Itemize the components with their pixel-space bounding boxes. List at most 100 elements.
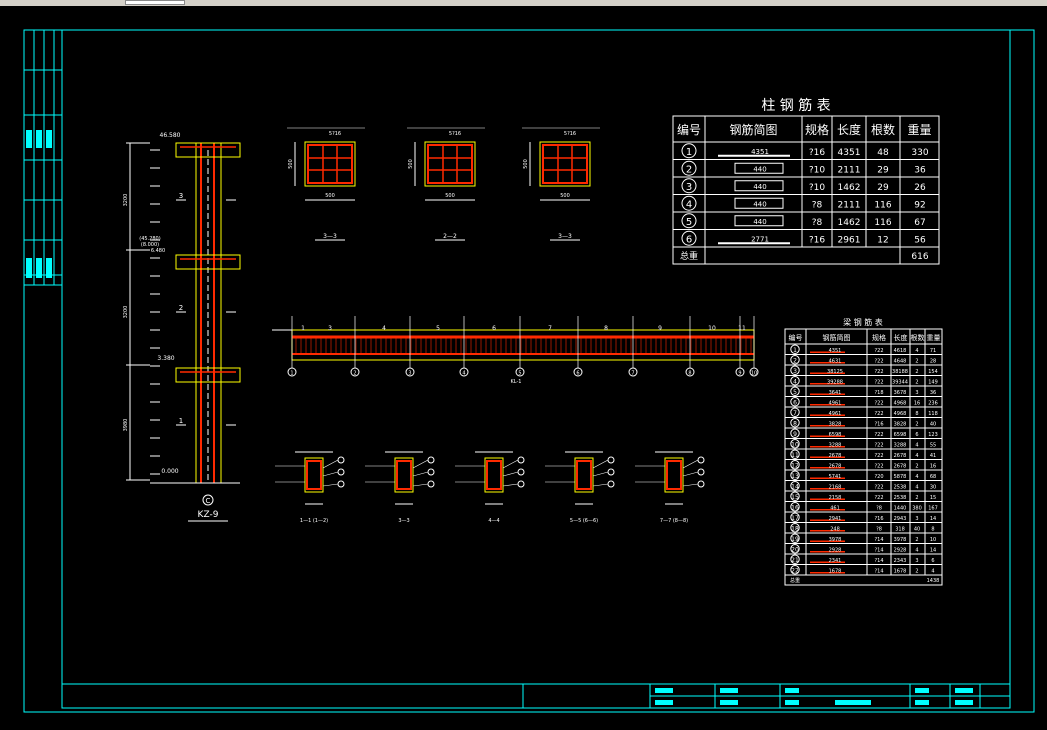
rebar-spec: ?20 xyxy=(874,474,883,480)
cad-drawing-canvas[interactable]: 46.580(45.280)(8.000)6.4803.3800.0003200… xyxy=(0,6,1047,730)
rebar-weight: 28 xyxy=(930,358,936,364)
row-number: 22 xyxy=(791,567,799,574)
bar-callout-leader xyxy=(592,471,609,477)
rebar-sketch-dim: 3828 xyxy=(829,421,842,427)
rebar-count: 40 xyxy=(914,526,920,532)
row-number: 2 xyxy=(793,357,797,364)
rebar-spec: ?8 xyxy=(876,526,882,532)
beam-axis-label: 3 xyxy=(408,371,411,377)
rebar-spec: ?14 xyxy=(874,568,883,574)
rebar-length: 2928 xyxy=(894,547,907,553)
rebar-sketch-dim: 4351 xyxy=(829,348,842,354)
beam-caption: KL-1 xyxy=(511,379,522,385)
rebar-spec: ?14 xyxy=(874,537,883,543)
column-cross-sections: 500 500 5?16 3—3 500 500 5?16 2—2 500 500 5?16 3—3 xyxy=(287,127,600,241)
rebar-length: 3978 xyxy=(894,537,907,543)
rebar-weight: 6 xyxy=(931,558,934,564)
rebar-weight: 236 xyxy=(928,400,938,406)
bar-callout-bubble xyxy=(337,480,345,488)
rebar-sketch-dim: 3978 xyxy=(829,537,842,543)
beam-section-label: 4—4 xyxy=(488,518,499,524)
table-header: 根数 xyxy=(911,333,925,342)
row-number: 16 xyxy=(791,504,799,511)
row-number: 5 xyxy=(686,217,692,228)
row-number: 12 xyxy=(791,462,799,469)
row-number: 20 xyxy=(791,546,799,553)
row-number: 21 xyxy=(791,557,799,564)
section-bar-note: 5?16 xyxy=(564,131,576,137)
rebar-length: 38188 xyxy=(892,369,908,375)
bar-callout-bubble xyxy=(517,480,525,488)
rebar-length: 2943 xyxy=(894,516,907,522)
row-number: 7 xyxy=(793,410,797,417)
rebar-weight: 56 xyxy=(914,235,926,245)
section-label: 3—3 xyxy=(323,233,337,240)
rebar-weight: 71 xyxy=(930,348,936,354)
dimension-label: 3200 xyxy=(123,306,129,319)
rebar-weight: 36 xyxy=(930,390,936,396)
rebar-count: 48 xyxy=(877,148,889,158)
table-header: 钢筋简图 xyxy=(729,122,777,137)
rebar-spec: ?14 xyxy=(874,558,883,564)
rebar-length: 2678 xyxy=(894,453,907,459)
rebar-sketch-dim: 2771 xyxy=(751,235,769,243)
rebar-weight: 8 xyxy=(931,526,934,532)
rebar-spec: ?22 xyxy=(874,432,883,438)
beam-section-label: 7—7 (8—8) xyxy=(660,518,688,524)
table-header: 重量 xyxy=(927,334,941,342)
rebar-length: 2538 xyxy=(894,484,907,490)
section-mark-label: 3 xyxy=(179,192,183,200)
row-number: 2 xyxy=(686,164,692,175)
rebar-sketch-dim: 461 xyxy=(830,505,840,511)
bar-callout-leader xyxy=(502,459,519,469)
row-number: 17 xyxy=(791,515,799,522)
rebar-sketch-dim: 4961 xyxy=(829,411,842,417)
rebar-count: 12 xyxy=(877,235,888,245)
toolbar-dropdown[interactable] xyxy=(125,0,185,5)
beam-span-mark: 7 xyxy=(548,325,552,332)
row-number: 9 xyxy=(793,431,797,438)
rebar-sketch-dim: 39288 xyxy=(827,379,843,385)
section-mark-label: 2 xyxy=(179,304,183,312)
rebar-sketch-dim: 440 xyxy=(753,200,766,208)
elevation-top: 46.580 xyxy=(160,132,181,139)
rebar-spec: ?8 xyxy=(876,505,882,511)
row-number: 3 xyxy=(793,368,797,375)
beam-section-stirrup xyxy=(576,460,592,490)
column-rebar-table: 柱 钢 筋 表编号 钢筋简图 规格 长度 根数 重量 1 4351 ?16 4351 48 330 2 4… xyxy=(672,97,940,265)
rebar-length: 4648 xyxy=(894,358,907,364)
rebar-count: 4 xyxy=(915,474,918,480)
row-number: 6 xyxy=(686,234,692,245)
section-stirrup-outer xyxy=(427,144,473,184)
rebar-count: 3 xyxy=(915,516,918,522)
rebar-count: 2 xyxy=(915,495,918,501)
table-header: 规格 xyxy=(872,333,886,342)
bar-callout-bubble xyxy=(607,468,615,476)
beam-axis-label: 1 xyxy=(290,371,293,377)
rebar-weight: 149 xyxy=(928,379,938,385)
bar-callout-leader xyxy=(322,459,339,469)
table-total-label: 总重 xyxy=(790,577,800,584)
side-title-strip xyxy=(24,30,62,285)
rebar-weight: 92 xyxy=(914,200,925,210)
column-elevation-kz9: 46.580(45.280)(8.000)6.4803.3800.0003200… xyxy=(123,132,241,522)
rebar-length: 4968 xyxy=(894,400,907,406)
dimension-label: 3980 xyxy=(123,419,129,432)
rebar-count: 4 xyxy=(915,484,918,490)
beam-span-mark: 6 xyxy=(492,325,496,332)
rebar-count: 4 xyxy=(915,453,918,459)
rebar-count: 2 xyxy=(915,568,918,574)
row-number: 11 xyxy=(791,452,799,459)
row-number: 8 xyxy=(793,420,797,427)
bar-callout-leader xyxy=(502,471,519,477)
rebar-spec: ?8 xyxy=(812,218,823,228)
axis-label: C xyxy=(206,497,211,505)
rebar-count: 4 xyxy=(915,442,918,448)
section-stirrup-outer xyxy=(542,144,588,184)
rebar-sketch-dim: 5741 xyxy=(829,474,842,480)
rebar-weight: 40 xyxy=(930,421,936,427)
rebar-count: 6 xyxy=(915,432,918,438)
table-header: 根数 xyxy=(871,122,895,137)
rebar-length: 6598 xyxy=(894,432,907,438)
elevation-lower: 3.380 xyxy=(157,355,174,362)
